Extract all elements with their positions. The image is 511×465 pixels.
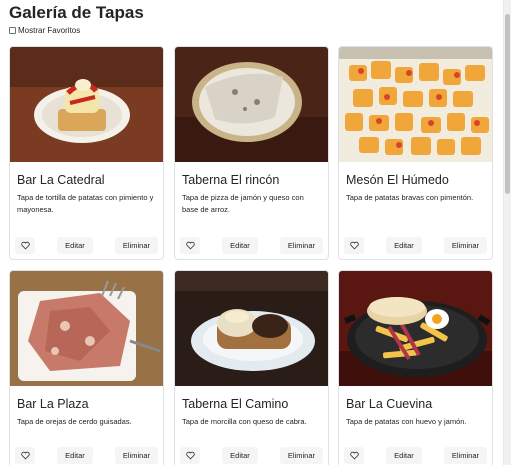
card-description: Tapa de patatas con huevo y jamón. [346, 417, 467, 426]
page-title: Galería de Tapas [9, 3, 144, 22]
orejas-image [10, 271, 163, 386]
tapa-card: Bar La Plaza Tapa de orejas de cerdo gui… [9, 270, 164, 465]
heart-icon [349, 241, 359, 250]
favorite-button[interactable] [344, 237, 364, 254]
edit-button[interactable]: Editar [57, 237, 93, 254]
card-title: Mesón El Húmedo [346, 173, 449, 187]
edit-button[interactable]: Editar [386, 237, 422, 254]
edit-button[interactable]: Editar [57, 447, 93, 464]
pizza-image [175, 47, 328, 162]
card-description: Tapa de patatas bravas con pimentón. [346, 193, 474, 202]
favorite-button[interactable] [180, 447, 200, 464]
tapa-card: Mesón El Húmedo Tapa de patatas bravas c… [338, 46, 493, 260]
scrollbar-thumb[interactable] [505, 14, 510, 194]
bravas-image [339, 47, 492, 162]
heart-icon [20, 451, 30, 460]
edit-button[interactable]: Editar [222, 447, 258, 464]
card-title: Taberna El rincón [182, 173, 280, 187]
favorite-button[interactable] [15, 447, 35, 464]
delete-button[interactable]: Eliminar [114, 237, 158, 254]
favorite-button[interactable] [15, 237, 35, 254]
heart-icon [349, 451, 359, 460]
card-description: Tapa de orejas de cerdo guisadas. [17, 417, 132, 426]
delete-button[interactable]: Eliminar [114, 447, 158, 464]
delete-button[interactable]: Eliminar [443, 237, 487, 254]
heart-icon [185, 241, 195, 250]
tapa-card: Taberna El Camino Tapa de morcilla con q… [174, 270, 329, 465]
vertical-scrollbar[interactable] [503, 0, 511, 465]
delete-button[interactable]: Eliminar [279, 447, 323, 464]
card-description: Tapa de morcilla con queso de cabra. [182, 417, 307, 426]
tapa-card: Taberna El rincón Tapa de pizza de jamón… [174, 46, 329, 260]
heart-icon [185, 451, 195, 460]
delete-button[interactable]: Eliminar [279, 237, 323, 254]
favorite-button[interactable] [344, 447, 364, 464]
show-favorites-label: Mostrar Favoritos [18, 26, 81, 35]
card-description: Tapa de tortilla de patatas con pimiento… [17, 193, 154, 214]
delete-button[interactable]: Eliminar [443, 447, 487, 464]
edit-button[interactable]: Editar [222, 237, 258, 254]
favorite-button[interactable] [180, 237, 200, 254]
edit-button[interactable]: Editar [386, 447, 422, 464]
morcilla-image [175, 271, 328, 386]
heart-icon [20, 241, 30, 250]
card-description: Tapa de pizza de jamón y queso con base … [182, 193, 304, 214]
tapa-card: Bar La Cuevina Tapa de patatas con huevo… [338, 270, 493, 465]
card-title: Bar La Plaza [17, 397, 89, 411]
huevo-image [339, 271, 492, 386]
card-title: Bar La Cuevina [346, 397, 433, 411]
tapa-card: Bar La Catedral Tapa de tortilla de pata… [9, 46, 164, 260]
card-title: Taberna El Camino [182, 397, 289, 411]
tortilla-image [10, 47, 163, 162]
show-favorites-checkbox[interactable] [9, 27, 16, 34]
show-favorites-toggle[interactable]: Mostrar Favoritos [9, 26, 80, 35]
card-title: Bar La Catedral [17, 173, 105, 187]
